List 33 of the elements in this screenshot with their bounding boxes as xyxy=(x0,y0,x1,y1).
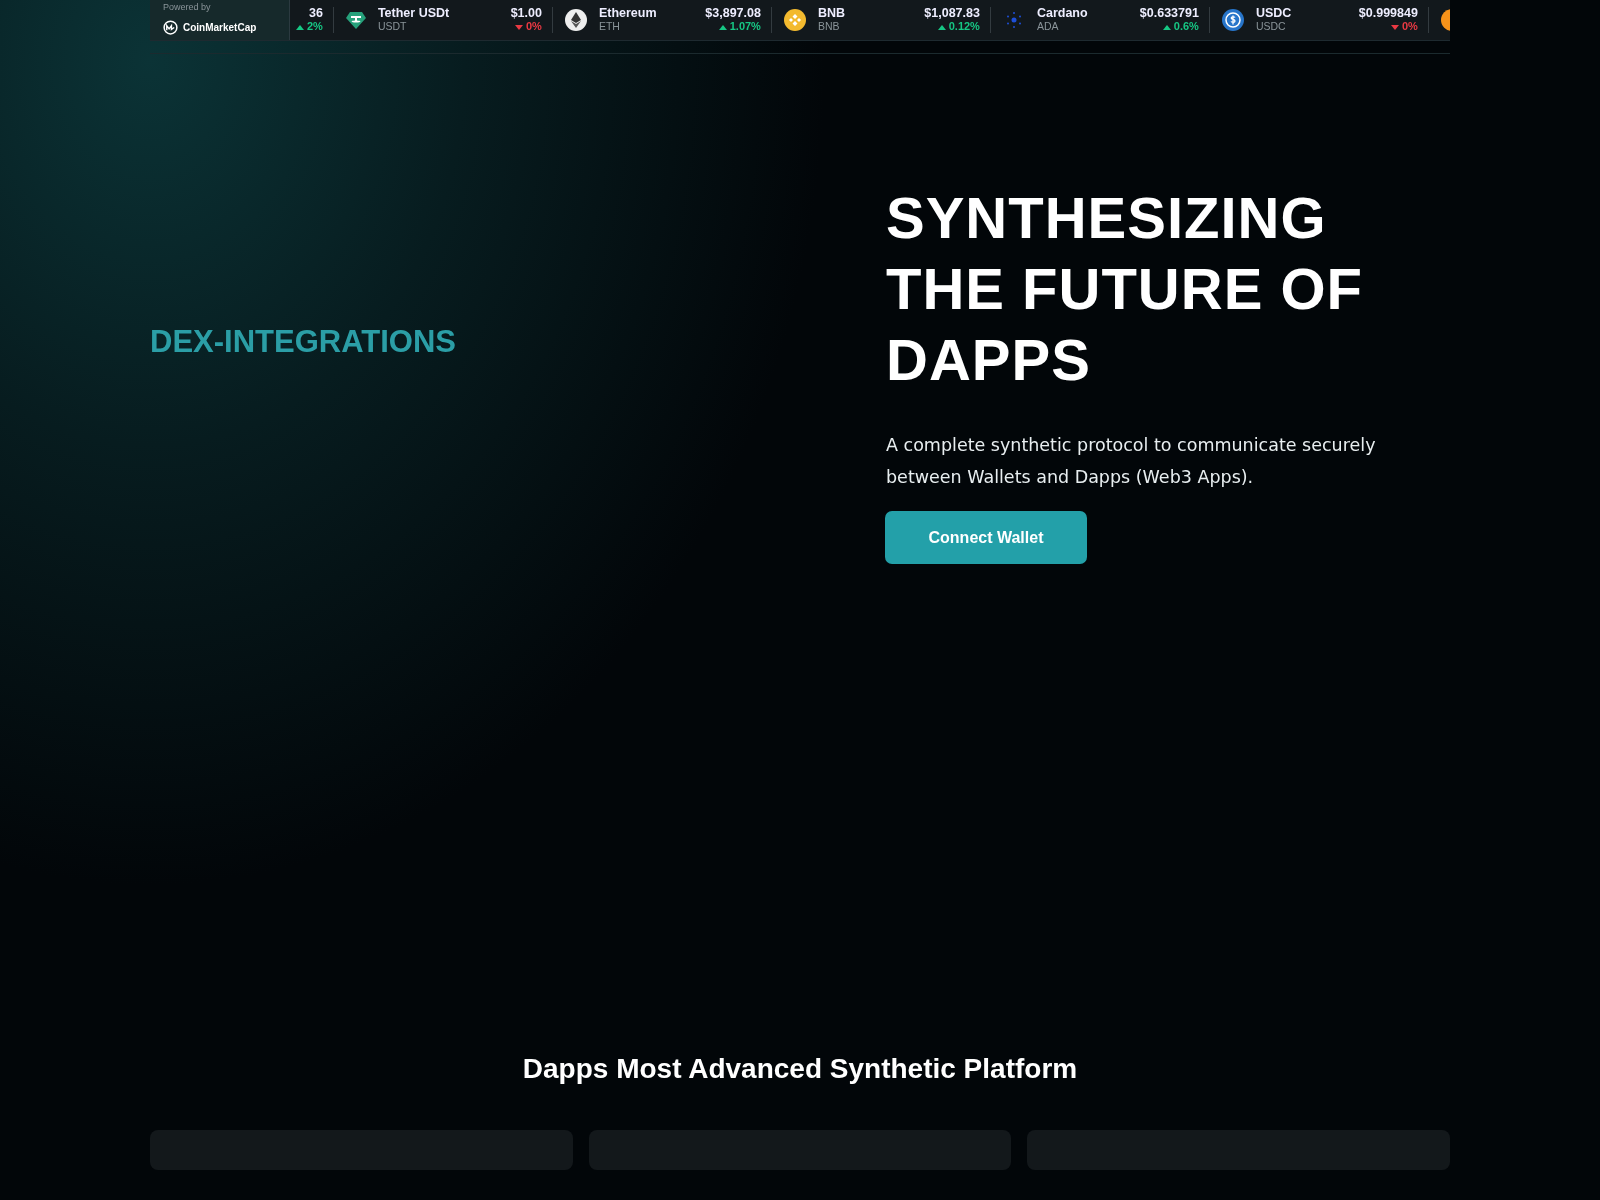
coin-price: $0.999849 xyxy=(1358,7,1418,20)
usdc-icon xyxy=(1221,9,1244,31)
price-change: 2% xyxy=(307,20,323,33)
coin-price: $1,087.83 xyxy=(924,7,980,20)
coin-price: $0.633791 xyxy=(1139,7,1199,20)
coin-symbol: USDT xyxy=(377,20,408,33)
coin-name[interactable]: BNB xyxy=(817,7,913,20)
hero-heading: SYNTHESIZING THE FUTURE OF DAPPS xyxy=(886,184,1364,394)
coin-name[interactable]: Tether USDt xyxy=(377,7,499,20)
coin-name[interactable]: Ethereum xyxy=(598,7,694,20)
section-tag: DEX-INTEGRATIONS xyxy=(150,324,886,360)
tether-icon xyxy=(345,11,366,29)
coin-name[interactable]: Cardano xyxy=(1036,7,1128,20)
section-heading: Dapps Most Advanced Synthetic Platform xyxy=(521,1053,1079,1085)
hero-description: A complete synthetic protocol to communicate securely between Wallets and Dapps (Web3 Apps). xyxy=(886,434,1377,489)
coin-name[interactable]: USDC xyxy=(1255,7,1347,20)
coin-price: 36 xyxy=(309,7,323,20)
price-change: 1.07% xyxy=(729,20,761,33)
coin-price: $1.00 xyxy=(510,7,542,20)
price-change: 0% xyxy=(526,20,542,33)
brand-logo-link[interactable]: CoinMarketCap xyxy=(163,20,289,35)
bnb-icon xyxy=(783,9,806,31)
coin-symbol: ETH xyxy=(598,20,621,33)
powered-by-label: Powered by xyxy=(163,2,212,12)
coin-symbol: ADA xyxy=(1036,20,1060,33)
price-change: 0% xyxy=(1402,20,1418,33)
coin-symbol: USDC xyxy=(1255,20,1287,33)
price-change: 0.6% xyxy=(1173,20,1199,33)
coin-symbol: BNB xyxy=(817,20,841,33)
ethereum-icon xyxy=(564,9,587,31)
price-change: 0.12% xyxy=(948,20,980,33)
coin-price: $3,897.08 xyxy=(705,7,761,20)
logo-icon xyxy=(163,20,178,35)
